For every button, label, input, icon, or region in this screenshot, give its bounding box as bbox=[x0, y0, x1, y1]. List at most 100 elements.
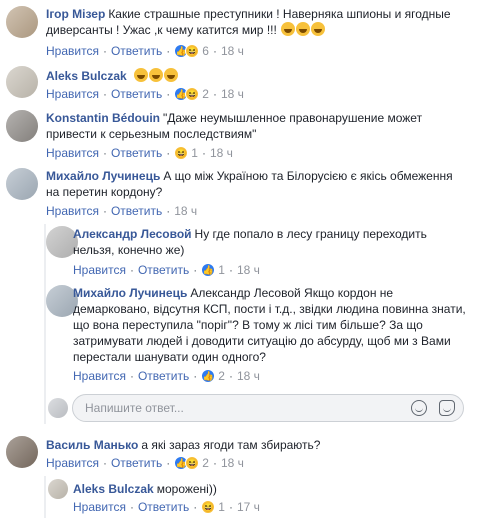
comment-author[interactable]: Konstantin Bédouin bbox=[46, 111, 160, 125]
haha-reaction-icon: 😆 bbox=[185, 456, 200, 470]
like-button[interactable]: Нравится bbox=[46, 455, 99, 471]
like-button[interactable]: Нравится bbox=[73, 368, 126, 384]
reply-button[interactable]: Ответить bbox=[138, 368, 189, 384]
reaction-count: 2 bbox=[202, 456, 209, 470]
comment-time[interactable]: 18 ч bbox=[221, 86, 244, 102]
reactions-summary[interactable]: 👍 1 bbox=[201, 262, 225, 278]
comment-text: а які зараз ягоди там збирають? bbox=[141, 438, 321, 452]
comment-text: Какие страшные преступники ! Наверняка ш… bbox=[46, 7, 451, 37]
reply-thread-line bbox=[44, 476, 46, 518]
separator-dot: · bbox=[166, 146, 171, 160]
comment-author[interactable]: Aleks Bulczak bbox=[73, 482, 154, 496]
separator-dot: · bbox=[129, 500, 134, 514]
rofl-emoji-icon bbox=[164, 68, 179, 82]
separator-dot: · bbox=[129, 369, 134, 383]
reaction-count: 1 bbox=[191, 146, 198, 160]
comment-author[interactable]: Aleks Bulczak bbox=[46, 69, 127, 83]
like-button[interactable]: Нравится bbox=[46, 145, 99, 161]
comment-text: мороженi)) bbox=[156, 482, 217, 496]
comment-actions: Нравится · Ответить · 👍 😆 6 · 18 ч bbox=[46, 43, 244, 59]
comment-actions: Нравится · Ответить · 👍 1 · 18 ч bbox=[73, 262, 260, 278]
comment-time[interactable]: 18 ч bbox=[237, 262, 260, 278]
comment-actions: Нравится · Ответить · 😆 1 · 18 ч bbox=[46, 145, 233, 161]
separator-dot: · bbox=[212, 44, 217, 58]
comment-body: Михайло Лучинець Александр Лесовой Якщо к… bbox=[73, 285, 467, 365]
avatar[interactable] bbox=[6, 436, 38, 468]
reaction-count: 1 bbox=[218, 263, 225, 277]
separator-dot: · bbox=[102, 87, 107, 101]
separator-dot: · bbox=[129, 263, 134, 277]
reaction-count: 2 bbox=[202, 87, 209, 101]
comment-time[interactable]: 18 ч bbox=[221, 43, 244, 59]
comment-time[interactable]: 17 ч bbox=[237, 499, 260, 515]
comment-author[interactable]: Василь Манько bbox=[46, 438, 138, 452]
comment-author[interactable]: Михайло Лучинець bbox=[73, 286, 187, 300]
comment-time[interactable]: 18 ч bbox=[210, 145, 233, 161]
avatar[interactable] bbox=[6, 110, 38, 142]
comment-time[interactable]: 18 ч bbox=[221, 455, 244, 471]
like-button[interactable]: Нравится bbox=[46, 86, 99, 102]
comment-body: Aleks Bulczak мороженi)) bbox=[73, 481, 467, 497]
reply-button[interactable]: Ответить bbox=[111, 455, 162, 471]
rofl-emoji-icon bbox=[149, 68, 164, 82]
reactions-summary[interactable]: 👍 😆 6 bbox=[174, 43, 209, 59]
reactions-summary[interactable]: 😆 1 bbox=[174, 145, 198, 161]
like-button[interactable]: Нравится bbox=[73, 499, 126, 515]
comment-body: Aleks Bulczak bbox=[46, 68, 466, 84]
separator-dot: · bbox=[212, 456, 217, 470]
like-button[interactable]: Нравится bbox=[46, 203, 99, 219]
comment-body: Михайло Лучинець А що між Україною та Біл… bbox=[46, 168, 466, 200]
haha-reaction-icon: 😆 bbox=[174, 146, 189, 160]
separator-dot: · bbox=[102, 146, 107, 160]
comment-body: Ігор Мізер Какие страшные преступники ! Н… bbox=[46, 6, 466, 38]
reactions-summary[interactable]: 👍 😆 2 bbox=[174, 86, 209, 102]
reply-composer bbox=[72, 394, 464, 422]
separator-dot: · bbox=[166, 456, 171, 470]
comment-author[interactable]: Александр Лесовой bbox=[73, 227, 192, 241]
comment-author[interactable]: Ігор Мізер bbox=[46, 7, 105, 21]
emoji-picker-icon[interactable] bbox=[411, 400, 427, 416]
reply-button[interactable]: Ответить bbox=[138, 262, 189, 278]
separator-dot: · bbox=[228, 263, 233, 277]
avatar[interactable] bbox=[6, 6, 38, 38]
separator-dot: · bbox=[193, 500, 198, 514]
reactions-summary[interactable]: 👍 2 bbox=[201, 368, 225, 384]
comment-time[interactable]: 18 ч bbox=[174, 203, 197, 219]
current-user-avatar bbox=[48, 398, 68, 418]
reply-button[interactable]: Ответить bbox=[111, 203, 162, 219]
separator-dot: · bbox=[193, 263, 198, 277]
like-reaction-icon: 👍 bbox=[201, 369, 216, 383]
separator-dot: · bbox=[102, 204, 107, 218]
sticker-icon[interactable] bbox=[439, 400, 455, 416]
rofl-emoji-icon bbox=[134, 68, 149, 82]
reply-button[interactable]: Ответить bbox=[111, 43, 162, 59]
laughing-emoji-icon bbox=[311, 22, 326, 36]
reply-button[interactable]: Ответить bbox=[111, 145, 162, 161]
reactions-summary[interactable]: 😆 1 bbox=[201, 499, 225, 515]
comment-actions: Нравится · Ответить · 👍 😆 2 · 18 ч bbox=[46, 455, 244, 471]
separator-dot: · bbox=[228, 369, 233, 383]
reply-button[interactable]: Ответить bbox=[138, 499, 189, 515]
reply-button[interactable]: Ответить bbox=[111, 86, 162, 102]
separator-dot: · bbox=[102, 44, 107, 58]
reactions-summary[interactable]: 👍 😆 2 bbox=[174, 455, 209, 471]
separator-dot: · bbox=[166, 44, 171, 58]
avatar[interactable] bbox=[48, 479, 68, 499]
comment-actions: Нравится · Ответить · 👍 2 · 18 ч bbox=[73, 368, 260, 384]
like-button[interactable]: Нравится bbox=[73, 262, 126, 278]
reply-input[interactable] bbox=[85, 399, 385, 417]
haha-reaction-icon: 😆 bbox=[185, 87, 200, 101]
separator-dot: · bbox=[193, 369, 198, 383]
haha-reaction-icon: 😆 bbox=[201, 500, 216, 514]
comment-actions: Нравится · Ответить · 😆 1 · 17 ч bbox=[73, 499, 260, 515]
comment-time[interactable]: 18 ч bbox=[237, 368, 260, 384]
avatar[interactable] bbox=[6, 66, 38, 98]
laughing-emoji-icon bbox=[281, 22, 296, 36]
comment-actions: Нравится · Ответить · 18 ч bbox=[46, 203, 197, 219]
avatar[interactable] bbox=[6, 168, 38, 200]
reaction-count: 1 bbox=[218, 500, 225, 514]
separator-dot: · bbox=[201, 146, 206, 160]
like-button[interactable]: Нравится bbox=[46, 43, 99, 59]
like-reaction-icon: 👍 bbox=[201, 263, 216, 277]
comment-author[interactable]: Михайло Лучинець bbox=[46, 169, 160, 183]
